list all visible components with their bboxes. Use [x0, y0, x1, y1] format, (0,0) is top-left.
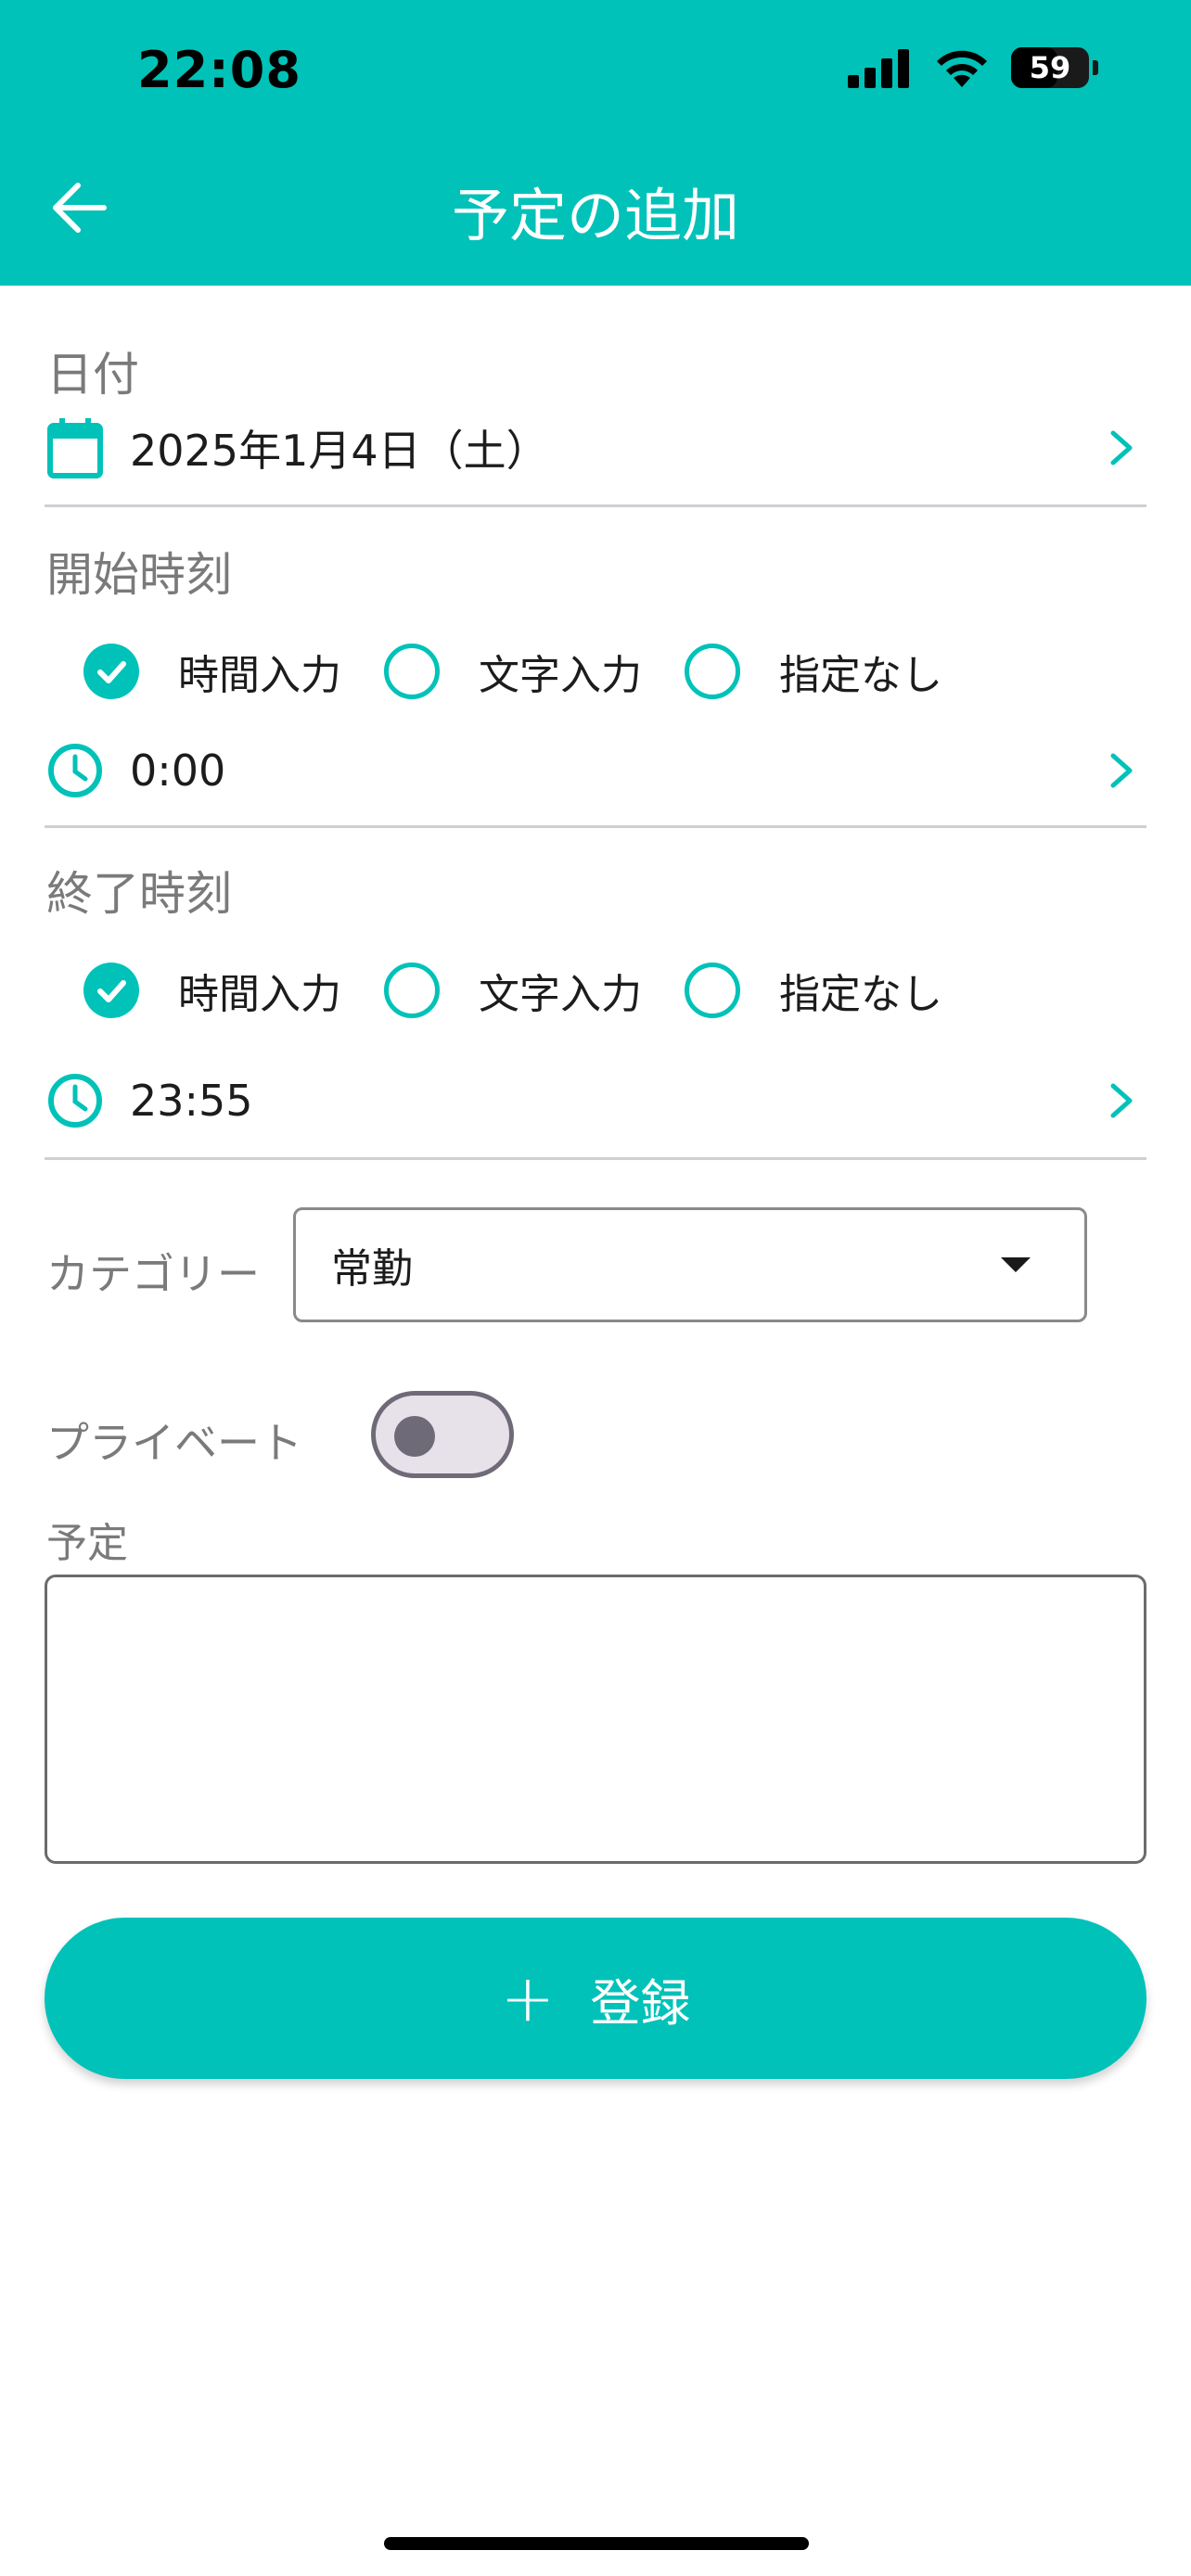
end-time-row[interactable]: 23:55 — [46, 1068, 1146, 1133]
battery-icon: 59 — [1011, 47, 1089, 88]
end-radio-text-input[interactable]: 文字入力 — [384, 961, 642, 1020]
cellular-signal-icon — [848, 49, 909, 88]
radio-label: 指定なし — [779, 971, 942, 1018]
wifi-icon — [937, 50, 987, 87]
memo-textarea[interactable] — [45, 1575, 1146, 1864]
chevron-right-icon — [1110, 430, 1133, 465]
start-radio-none[interactable]: 指定なし — [685, 642, 942, 701]
radio-unchecked-icon — [384, 644, 440, 699]
chevron-right-icon — [1110, 753, 1133, 788]
start-time-value: 0:00 — [130, 746, 226, 796]
status-icons: 59 — [848, 46, 1098, 89]
status-time: 22:08 — [137, 41, 301, 99]
radio-label: 時間入力 — [178, 652, 341, 699]
end-time-label: 終了時刻 — [46, 867, 232, 921]
memo-label: 予定 — [46, 1520, 128, 1567]
category-label: カテゴリー — [46, 1249, 260, 1299]
radio-label: 指定なし — [779, 652, 942, 699]
radio-checked-icon — [83, 644, 139, 699]
private-label: プライベート — [46, 1418, 302, 1468]
radio-label: 時間入力 — [178, 971, 341, 1018]
app-header: 22:08 59 予定の追加 — [0, 0, 1191, 286]
clock-icon — [48, 744, 102, 797]
start-mode-radio-group: 時間入力 文字入力 指定なし — [83, 642, 985, 701]
divider — [45, 1157, 1146, 1160]
date-value: 2025年1月4日（土） — [130, 426, 549, 476]
register-button[interactable]: + 登録 — [45, 1918, 1146, 2079]
divider — [45, 825, 1146, 828]
page-title: 予定の追加 — [451, 182, 739, 249]
radio-checked-icon — [83, 963, 139, 1018]
start-time-label: 開始時刻 — [46, 548, 232, 602]
end-mode-radio-group: 時間入力 文字入力 指定なし — [83, 961, 985, 1020]
private-toggle[interactable] — [371, 1391, 514, 1478]
start-radio-text-input[interactable]: 文字入力 — [384, 642, 642, 701]
radio-label: 文字入力 — [479, 971, 642, 1018]
dropdown-arrow-icon — [1001, 1257, 1031, 1272]
battery-level: 59 — [1029, 50, 1071, 85]
category-select[interactable]: 常勤 — [293, 1207, 1087, 1322]
register-label: 登録 — [590, 1973, 691, 2033]
date-label: 日付 — [46, 348, 139, 402]
end-time-value: 23:55 — [130, 1076, 253, 1126]
chevron-right-icon — [1110, 1083, 1133, 1118]
plus-icon: + — [500, 1960, 556, 2036]
radio-unchecked-icon — [685, 963, 740, 1018]
battery-cap — [1093, 60, 1098, 75]
radio-label: 文字入力 — [479, 652, 642, 699]
date-row[interactable]: 2025年1月4日（土） — [46, 415, 1146, 480]
end-radio-time-input[interactable]: 時間入力 — [83, 961, 341, 1020]
divider — [45, 504, 1146, 507]
calendar-icon — [47, 418, 103, 478]
radio-unchecked-icon — [384, 963, 440, 1018]
category-value: 常勤 — [331, 1245, 413, 1293]
home-indicator[interactable] — [384, 2537, 809, 2550]
clock-icon — [48, 1074, 102, 1128]
radio-unchecked-icon — [685, 644, 740, 699]
start-radio-time-input[interactable]: 時間入力 — [83, 642, 341, 701]
end-radio-none[interactable]: 指定なし — [685, 961, 942, 1020]
start-time-row[interactable]: 0:00 — [46, 738, 1146, 803]
toggle-knob — [394, 1416, 435, 1457]
